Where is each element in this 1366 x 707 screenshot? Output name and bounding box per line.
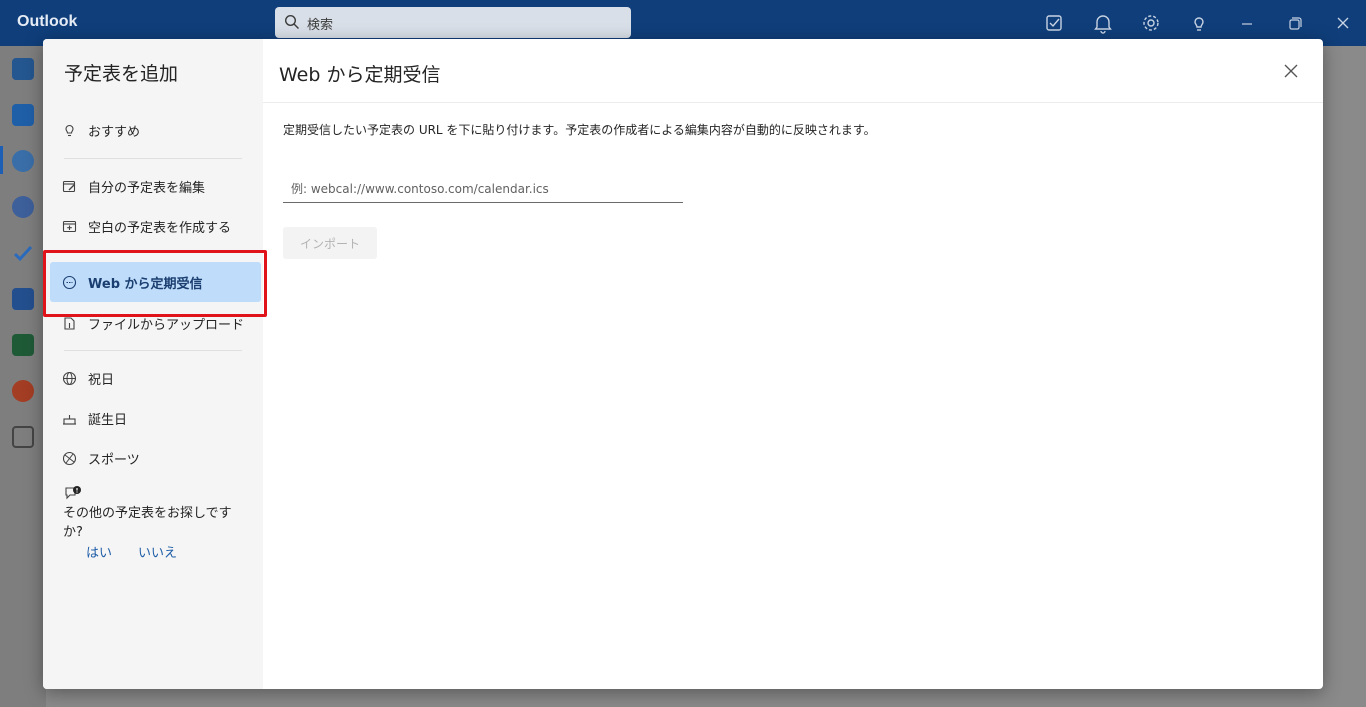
- search-icon: [284, 14, 300, 30]
- sidebar-item-label: おすすめ: [88, 124, 141, 140]
- lightbulb-icon: [62, 123, 77, 138]
- cake-icon: [62, 411, 77, 426]
- todo-icon[interactable]: [12, 242, 34, 264]
- feedback-icon: [64, 485, 82, 501]
- restore-icon[interactable]: [1284, 12, 1306, 34]
- search-box[interactable]: 検索: [275, 7, 631, 38]
- upload-icon: [62, 316, 77, 331]
- add-calendar-icon: [62, 219, 77, 234]
- sidebar-title: 予定表を追加: [64, 63, 179, 85]
- close-window-icon[interactable]: [1332, 12, 1354, 34]
- bell-icon[interactable]: [1092, 12, 1114, 34]
- my-day-icon[interactable]: [1044, 12, 1066, 34]
- sports-icon: [62, 451, 77, 466]
- mail-icon[interactable]: [12, 58, 34, 80]
- feedback-question: その他の予定表をお探しですか?: [63, 506, 232, 540]
- sidebar-item-recommended[interactable]: おすすめ: [50, 110, 261, 150]
- add-calendar-dialog: 予定表を追加 おすすめ 自分の予定表を編集 空白の予定表を作成する ファイルから…: [43, 39, 1323, 689]
- close-dialog-icon[interactable]: [1281, 61, 1301, 81]
- groups-icon[interactable]: [12, 196, 34, 218]
- sidebar-item-create-blank[interactable]: 空白の予定表を作成する: [50, 206, 261, 246]
- powerpoint-icon[interactable]: [12, 380, 34, 402]
- excel-icon[interactable]: [12, 334, 34, 356]
- import-button[interactable]: インポート: [283, 227, 377, 259]
- app-title: Outlook: [17, 13, 78, 30]
- sidebar-item-label: 自分の予定表を編集: [88, 180, 206, 196]
- sidebar-item-sports[interactable]: スポーツ: [50, 438, 261, 478]
- gear-icon[interactable]: [1140, 12, 1162, 34]
- minimize-icon[interactable]: [1236, 12, 1258, 34]
- feedback-no-link[interactable]: いいえ: [138, 542, 177, 561]
- edit-calendar-icon: [62, 179, 77, 194]
- sidebar-item-holidays[interactable]: 祝日: [50, 358, 261, 398]
- sidebar-item-label: 誕生日: [88, 412, 128, 428]
- dialog-header: Web から定期受信: [263, 39, 1323, 103]
- more-apps-icon[interactable]: [12, 426, 34, 448]
- people-icon[interactable]: [12, 150, 34, 172]
- sidebar-item-birthdays[interactable]: 誕生日: [50, 398, 261, 438]
- sidebar-item-label: スポーツ: [88, 452, 140, 468]
- search-placeholder: 検索: [307, 18, 334, 33]
- feedback-yes-link[interactable]: はい: [86, 542, 112, 561]
- sidebar-item-label: 空白の予定表を作成する: [88, 220, 232, 236]
- sidebar-item-edit-calendar[interactable]: 自分の予定表を編集: [50, 166, 261, 206]
- divider: [64, 158, 242, 159]
- divider: [64, 350, 242, 351]
- sidebar-item-label: 祝日: [88, 372, 115, 388]
- rail-selection-indicator: [0, 146, 3, 174]
- calendar-url-input[interactable]: [283, 175, 683, 203]
- red-highlight-box: [43, 250, 267, 317]
- word-icon[interactable]: [12, 288, 34, 310]
- dialog-sidebar: 予定表を追加 おすすめ 自分の予定表を編集 空白の予定表を作成する ファイルから…: [43, 39, 267, 689]
- globe-icon: [62, 371, 77, 386]
- description-text: 定期受信したい予定表の URL を下に貼り付けます。予定表の作成者による編集内容…: [283, 123, 876, 137]
- dialog-title: Web から定期受信: [279, 64, 441, 86]
- calendar-icon[interactable]: [12, 104, 34, 126]
- lightbulb-icon[interactable]: [1188, 12, 1210, 34]
- app-rail: [0, 46, 46, 707]
